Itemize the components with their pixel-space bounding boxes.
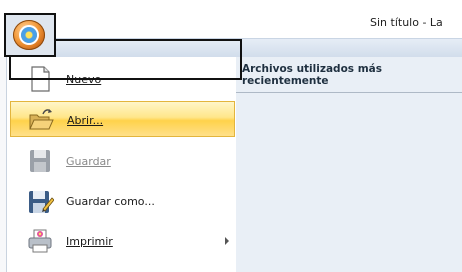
ribbon-strip (56, 38, 462, 59)
recent-files-header: Archivos utilizados más recientemente (236, 63, 462, 93)
application-menu: Nuevo Abrir... Guardar Guardar como... I… (0, 57, 462, 272)
title-bar: Sin título - La (0, 0, 462, 38)
menu-item-new[interactable]: Nuevo (10, 61, 235, 97)
app-orb-flower-icon (13, 20, 45, 50)
recent-files-panel: Archivos utilizados más recientemente (236, 57, 462, 272)
app-menu-button[interactable] (4, 13, 56, 57)
new-document-icon (31, 66, 50, 92)
save-as-icon (29, 191, 54, 213)
print-icon (28, 229, 52, 253)
window-title: Sin título - La (370, 16, 443, 29)
menu-item-label: Guardar (66, 155, 111, 168)
submenu-arrow-icon (225, 237, 229, 245)
menu-item-label: Nuevo (66, 73, 102, 86)
menu-item-save-as[interactable]: Guardar como... (10, 183, 235, 219)
menu-item-label: Imprimir (66, 235, 113, 248)
menu-item-print[interactable]: Imprimir (10, 223, 235, 259)
open-folder-icon (29, 109, 54, 130)
save-icon (30, 150, 50, 172)
menu-item-save[interactable]: Guardar (10, 143, 235, 179)
menu-item-label: Abrir... (67, 114, 104, 127)
menu-commands: Nuevo Abrir... Guardar Guardar como... I… (6, 57, 237, 272)
menu-item-open[interactable]: Abrir... (10, 101, 235, 137)
menu-item-label: Guardar como... (66, 195, 155, 208)
